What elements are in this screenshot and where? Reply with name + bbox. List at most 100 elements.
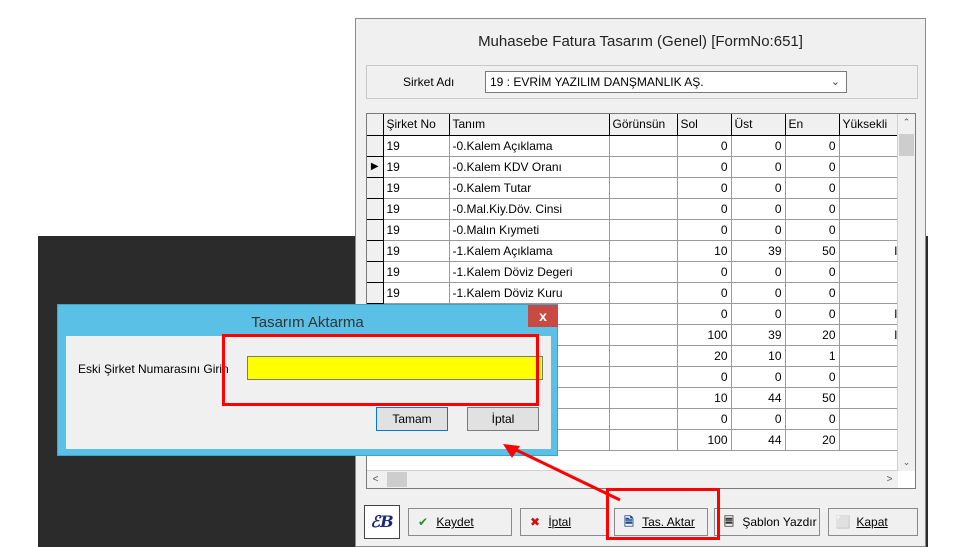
grid-cell[interactable] <box>609 282 678 304</box>
grid-cell[interactable]: 39 <box>731 324 786 346</box>
company-select[interactable]: 19 : EVRİM YAZILIM DANŞMANLIK AŞ. ⌄ <box>485 71 847 93</box>
grid-cell[interactable]: -1.Kalem Döviz Kuru <box>449 282 610 304</box>
grid-cell[interactable] <box>609 240 678 262</box>
grid-cell[interactable]: -0.Kalem Açıklama <box>449 135 610 157</box>
grid-cell[interactable]: -0.Mal.Kiy.Döv. Cinsi <box>449 198 610 220</box>
grid-cell[interactable]: 0 <box>731 156 786 178</box>
grid-cell[interactable] <box>609 156 678 178</box>
grid-cell[interactable] <box>609 429 678 451</box>
grid-cell[interactable] <box>839 282 902 304</box>
grid-cell[interactable]: 10 <box>731 345 786 367</box>
grid-cell[interactable]: -0.Kalem Tutar <box>449 177 610 199</box>
scroll-thumb[interactable] <box>387 472 407 487</box>
grid-cell[interactable]: 0 <box>677 219 732 241</box>
grid-cell[interactable]: 0 <box>785 177 840 199</box>
grid-cell[interactable] <box>609 387 678 409</box>
grid-cell[interactable]: 39 <box>731 240 786 262</box>
grid-cell[interactable]: I <box>839 324 902 346</box>
table-row[interactable]: 19 -1.Kalem Döviz Degeri 0 0 0 <box>367 261 902 283</box>
scroll-left-icon[interactable]: < <box>367 471 384 488</box>
grid-cell[interactable]: 0 <box>785 303 840 325</box>
grid-cell[interactable]: 19 <box>383 282 450 304</box>
column-header[interactable]: Sol <box>677 114 732 136</box>
grid-cell[interactable]: 0 <box>731 261 786 283</box>
grid-cell[interactable]: 44 <box>731 429 786 451</box>
grid-cell[interactable]: 10 <box>677 387 732 409</box>
grid-cell[interactable]: 0 <box>731 303 786 325</box>
grid-cell[interactable] <box>839 261 902 283</box>
column-header[interactable]: Görünsün <box>609 114 678 136</box>
grid-cell[interactable] <box>609 324 678 346</box>
chevron-down-icon[interactable]: ⌄ <box>831 72 840 92</box>
table-row[interactable]: 19 -1.Kalem Döviz Kuru 0 0 0 <box>367 282 902 304</box>
grid-cell[interactable] <box>839 219 902 241</box>
grid-cell[interactable]: 0 <box>731 219 786 241</box>
table-row[interactable]: ▶ 19 -0.Kalem KDV Oranı 0 0 0 <box>367 156 902 178</box>
row-selector[interactable] <box>367 240 384 262</box>
grid-cell[interactable]: 0 <box>677 408 732 430</box>
scroll-thumb[interactable] <box>899 134 914 156</box>
grid-cell[interactable]: 100 <box>677 324 732 346</box>
table-row[interactable]: 19 -0.Kalem Açıklama 0 0 0 <box>367 135 902 157</box>
row-selector[interactable] <box>367 177 384 199</box>
grid-cell[interactable]: 0 <box>731 198 786 220</box>
grid-cell[interactable]: -1.Kalem Açıklama <box>449 240 610 262</box>
grid-cell[interactable] <box>839 345 902 367</box>
grid-cell[interactable] <box>609 261 678 283</box>
grid-cell[interactable]: 20 <box>785 429 840 451</box>
grid-cell[interactable]: 19 <box>383 198 450 220</box>
grid-cell[interactable]: 0 <box>677 282 732 304</box>
transfer-design-button[interactable]: 🗎 Tas. Aktar <box>614 508 708 536</box>
grid-cell[interactable]: 0 <box>785 366 840 388</box>
ok-button[interactable]: Tamam <box>376 407 448 431</box>
horizontal-scrollbar[interactable]: < > <box>367 470 898 488</box>
grid-cell[interactable]: 0 <box>785 282 840 304</box>
grid-cell[interactable]: 19 <box>383 219 450 241</box>
column-header[interactable]: Üst <box>731 114 786 136</box>
grid-cell[interactable] <box>839 156 902 178</box>
grid-cell[interactable]: 0 <box>785 198 840 220</box>
vertical-scrollbar[interactable]: ⌃ ⌄ <box>897 114 915 471</box>
scroll-right-icon[interactable]: > <box>881 471 898 488</box>
grid-cell[interactable] <box>609 408 678 430</box>
grid-cell[interactable]: 0 <box>785 219 840 241</box>
grid-cell[interactable]: 0 <box>785 408 840 430</box>
row-selector[interactable] <box>367 198 384 220</box>
grid-cell[interactable]: 50 <box>785 387 840 409</box>
grid-cell[interactable]: 0 <box>731 135 786 157</box>
grid-cell[interactable]: 19 <box>383 177 450 199</box>
row-selector[interactable] <box>367 135 384 157</box>
grid-cell[interactable]: -0.Kalem KDV Oranı <box>449 156 610 178</box>
grid-cell[interactable]: 0 <box>677 261 732 283</box>
grid-cell[interactable]: I <box>839 303 902 325</box>
column-header[interactable]: En <box>785 114 840 136</box>
grid-cell[interactable]: 0 <box>731 282 786 304</box>
grid-cell[interactable]: 0 <box>677 156 732 178</box>
grid-cell[interactable]: 19 <box>383 156 450 178</box>
table-row[interactable]: 19 -0.Mal.Kiy.Döv. Cinsi 0 0 0 <box>367 198 902 220</box>
grid-cell[interactable] <box>609 135 678 157</box>
grid-cell[interactable]: 0 <box>785 156 840 178</box>
table-row[interactable]: 19 -1.Kalem Açıklama 10 39 50 I <box>367 240 902 262</box>
grid-cell[interactable]: I <box>839 240 902 262</box>
save-button[interactable]: ✔ Kaydet <box>408 508 512 536</box>
grid-cell[interactable]: 44 <box>731 387 786 409</box>
grid-cell[interactable]: 0 <box>731 408 786 430</box>
grid-cell[interactable] <box>839 177 902 199</box>
row-selector[interactable] <box>367 261 384 283</box>
grid-cell[interactable] <box>609 303 678 325</box>
grid-cell[interactable] <box>839 408 902 430</box>
grid-cell[interactable]: 0 <box>785 261 840 283</box>
row-selector[interactable] <box>367 219 384 241</box>
grid-cell[interactable] <box>839 387 902 409</box>
grid-cell[interactable]: 19 <box>383 261 450 283</box>
grid-cell[interactable]: 0 <box>677 303 732 325</box>
old-company-number-input[interactable] <box>247 356 543 380</box>
grid-cell[interactable]: -0.Malın Kıymeti <box>449 219 610 241</box>
scroll-up-icon[interactable]: ⌃ <box>898 114 915 131</box>
current-row-indicator-icon[interactable]: ▶ <box>367 156 384 178</box>
grid-cell[interactable] <box>839 135 902 157</box>
scroll-down-icon[interactable]: ⌄ <box>898 454 915 471</box>
close-icon[interactable]: x <box>528 305 558 327</box>
column-header[interactable]: Şirket No <box>383 114 450 136</box>
